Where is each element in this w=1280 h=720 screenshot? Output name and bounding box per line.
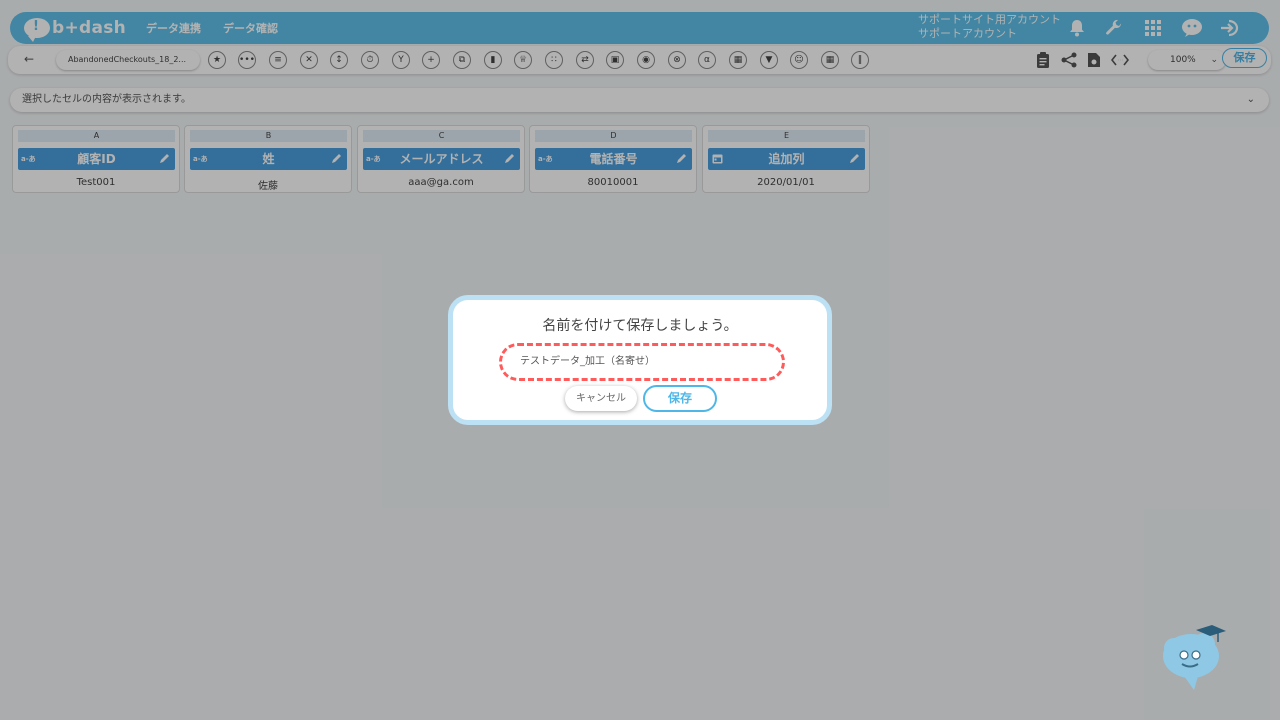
save-name-dialog: 名前を付けて保存しましょう。 テストデータ_加工（名寄せ） キャンセル 保存 bbox=[448, 295, 832, 425]
file-name-input[interactable]: テストデータ_加工（名寄せ） bbox=[499, 343, 785, 381]
cancel-button[interactable]: キャンセル bbox=[565, 386, 637, 411]
mascot-helper-icon[interactable] bbox=[1158, 624, 1230, 694]
dialog-title: 名前を付けて保存しましょう。 bbox=[542, 318, 738, 334]
dialog-save-button[interactable]: 保存 bbox=[643, 385, 717, 412]
